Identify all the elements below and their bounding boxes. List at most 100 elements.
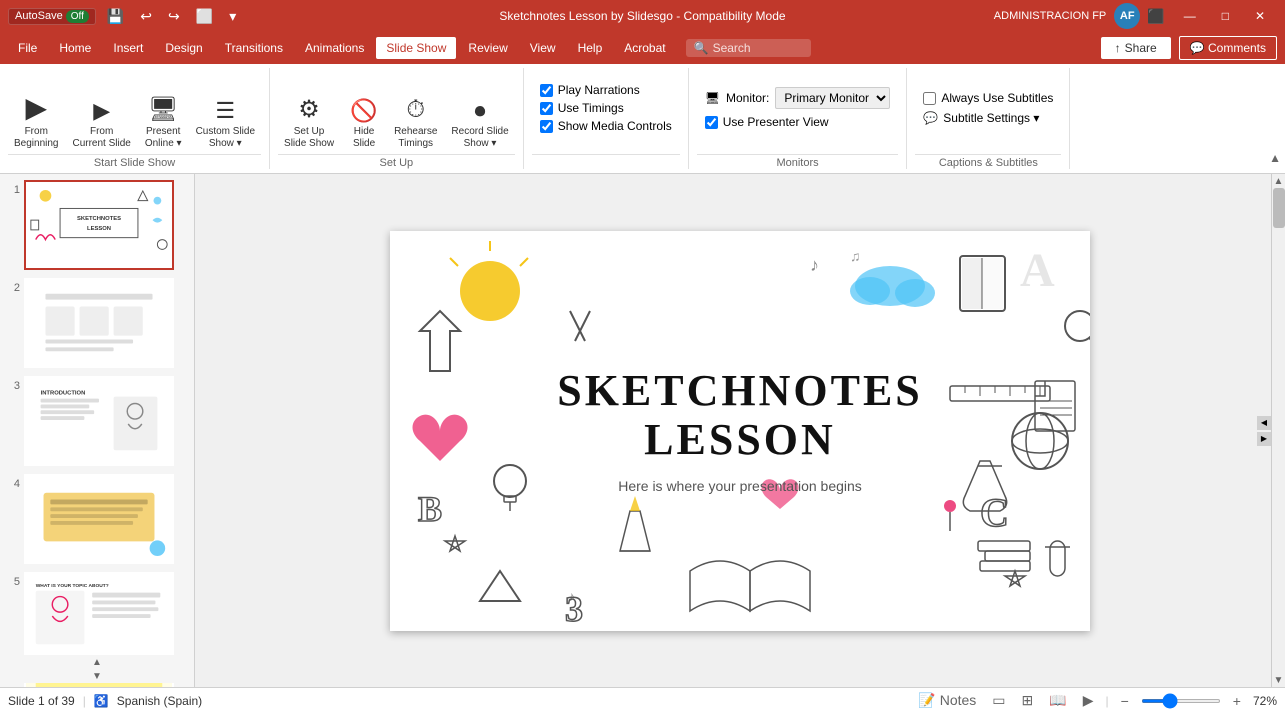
maximize-button[interactable]: □ [1210, 5, 1241, 27]
always-subtitles-checkbox[interactable] [923, 92, 936, 105]
menu-animations[interactable]: Animations [295, 37, 374, 59]
notes-button[interactable]: 📝 Notes [914, 690, 980, 711]
present-online-icon: 🖥 [148, 95, 178, 124]
slide-img-3[interactable]: INTRODUCTION [24, 376, 174, 466]
checks-group-label [532, 154, 680, 169]
show-media-controls-checkbox[interactable] [540, 120, 553, 133]
menu-help[interactable]: Help [568, 37, 613, 59]
status-left: Slide 1 of 39 | ♿ Spanish (Spain) [8, 694, 202, 708]
slide-5-preview: WHAT IS YOUR TOPIC ABOUT? [26, 572, 172, 662]
present-online-button[interactable]: 🖥 PresentOnline ▾ [139, 74, 188, 154]
slide-num-3: 3 [6, 376, 20, 392]
slide-scroll-down[interactable]: ▼ [1272, 673, 1285, 687]
title-bar-left: AutoSave Off 💾 ↩ ↪ ⬜ ▾ [8, 6, 241, 27]
menu-review[interactable]: Review [458, 37, 517, 59]
slide-thumb-5[interactable]: 5 WHAT IS YOUR TOPIC ABOUT? [4, 570, 190, 664]
svg-text:INTRODUCTION: INTRODUCTION [41, 391, 86, 397]
custom-show-icon: ☰ [215, 98, 235, 124]
use-timings-checkbox[interactable] [540, 102, 553, 115]
fit-slide-button[interactable]: ◀ [1257, 416, 1271, 430]
customize-button[interactable]: ▾ [224, 6, 241, 27]
slide-panel: 1 SKETCHNOTES LESSON [0, 174, 195, 687]
search-input[interactable] [713, 41, 803, 55]
record-icon: ⏺ [475, 98, 486, 124]
zoom-level: 72% [1253, 694, 1277, 708]
status-bar: Slide 1 of 39 | ♿ Spanish (Spain) 📝 Note… [0, 687, 1285, 713]
menu-slideshow[interactable]: Slide Show [376, 37, 456, 59]
ribbon: ▶ FromBeginning ▶ FromCurrent Slide 🖥 Pr… [0, 64, 1285, 174]
record-slideshow-button[interactable]: ⏺ Record SlideShow ▾ [445, 74, 514, 154]
slideshow-button[interactable]: ▶ [1079, 690, 1098, 711]
close-button[interactable]: ✕ [1243, 5, 1277, 27]
save-button[interactable]: 💾 [102, 6, 129, 27]
rehearse-timings-button[interactable]: ⏱ RehearseTimings [388, 74, 443, 154]
ribbon-group-captions: Always Use Subtitles 💬 Subtitle Settings… [907, 68, 1070, 169]
presenter-view-checkbox[interactable] [705, 116, 718, 129]
slide-img-2[interactable] [24, 278, 174, 368]
autosave-label: AutoSave [15, 10, 63, 22]
slide-thumb-2[interactable]: 2 [4, 276, 190, 370]
always-subtitles-label: Always Use Subtitles [941, 91, 1053, 105]
from-beginning-button[interactable]: ▶ FromBeginning [8, 74, 64, 154]
menu-home[interactable]: Home [49, 37, 101, 59]
play-narrations-check[interactable]: Play Narrations [540, 83, 672, 97]
monitor-row: 🖥 Monitor: Primary Monitor [705, 87, 891, 109]
play-narrations-checkbox[interactable] [540, 84, 553, 97]
autosave-status: Off [66, 10, 89, 23]
setup-slideshow-button[interactable]: ⚙ Set UpSlide Show [278, 74, 340, 154]
ribbon-group-setup: ⚙ Set UpSlide Show 🚫 HideSlide ⏱ Rehears… [270, 68, 524, 169]
custom-slide-show-button[interactable]: ☰ Custom SlideShow ▾ [190, 74, 261, 154]
monitor-label: Monitor: [726, 91, 769, 105]
subtitle-settings-icon: 💬 [923, 111, 938, 125]
slide-1-preview: SKETCHNOTES LESSON [26, 180, 172, 270]
search-box[interactable]: 🔍 [686, 39, 811, 57]
slide-img-1[interactable]: SKETCHNOTES LESSON [24, 180, 174, 270]
slide-num-5: 5 [6, 572, 20, 588]
slide-thumb-3[interactable]: 3 INTRODUCTION [4, 374, 190, 468]
menu-view[interactable]: View [520, 37, 566, 59]
title-bar: AutoSave Off 💾 ↩ ↪ ⬜ ▾ Sketchnotes Lesso… [0, 0, 1285, 32]
panel-scroll-down[interactable]: ▼ [90, 669, 104, 683]
slide-scroll-up[interactable]: ▲ [1272, 174, 1285, 188]
menu-file[interactable]: File [8, 37, 47, 59]
avatar[interactable]: AF [1114, 3, 1140, 29]
subtitle-settings-button[interactable]: Subtitle Settings ▾ [943, 111, 1039, 125]
redo-button[interactable]: ↪ [163, 6, 185, 27]
menu-transitions[interactable]: Transitions [215, 37, 293, 59]
notes-icon: 📝 [918, 692, 935, 708]
reading-view-button[interactable]: 📖 [1045, 690, 1070, 711]
ribbon-display-button[interactable]: ⬛ [1142, 6, 1169, 27]
hide-slide-button[interactable]: 🚫 HideSlide [342, 74, 386, 154]
undo-button[interactable]: ↩ [135, 6, 157, 27]
slide-thumb-4[interactable]: 4 [4, 472, 190, 566]
comments-button[interactable]: 💬 Comments [1179, 36, 1277, 60]
setup-buttons: ⚙ Set UpSlide Show 🚫 HideSlide ⏱ Rehears… [278, 68, 515, 154]
use-timings-check[interactable]: Use Timings [540, 101, 672, 115]
menu-insert[interactable]: Insert [103, 37, 153, 59]
share-button[interactable]: ↑ Share [1101, 37, 1171, 59]
slide-controls-right: ◀ ▶ [1257, 416, 1271, 446]
slide-img-5[interactable]: WHAT IS YOUR TOPIC ABOUT? [24, 572, 174, 662]
menu-acrobat[interactable]: Acrobat [614, 37, 675, 59]
minimize-button[interactable]: — [1172, 5, 1208, 27]
autosave-button[interactable]: AutoSave Off [8, 8, 96, 25]
ribbon-collapse-button[interactable]: ▲ [1265, 147, 1285, 169]
zoom-slider[interactable] [1141, 699, 1221, 703]
normal-view-button[interactable]: ▭ [988, 690, 1009, 711]
slide-img-4[interactable] [24, 474, 174, 564]
scrollbar-thumb[interactable] [1273, 188, 1285, 228]
monitor-select[interactable]: Primary Monitor [775, 87, 890, 109]
scrollbar-track [1272, 188, 1285, 673]
zoom-in-button[interactable]: + [1229, 691, 1245, 711]
menu-design[interactable]: Design [155, 37, 212, 59]
zoom-out-button[interactable]: − [1117, 691, 1133, 711]
expand-button[interactable]: ▶ [1257, 432, 1271, 446]
panel-scroll-up[interactable]: ▲ [90, 655, 104, 669]
from-current-slide-button[interactable]: ▶ FromCurrent Slide [66, 74, 136, 154]
show-media-controls-check[interactable]: Show Media Controls [540, 119, 672, 133]
presentation-button[interactable]: ⬜ [191, 6, 218, 27]
main-area: 1 SKETCHNOTES LESSON [0, 174, 1285, 687]
ribbon-group-checks: Play Narrations Use Timings Show Media C… [524, 68, 689, 169]
slide-sorter-button[interactable]: ⊞ [1018, 690, 1038, 711]
slide-thumb-1[interactable]: 1 SKETCHNOTES LESSON [4, 178, 190, 272]
